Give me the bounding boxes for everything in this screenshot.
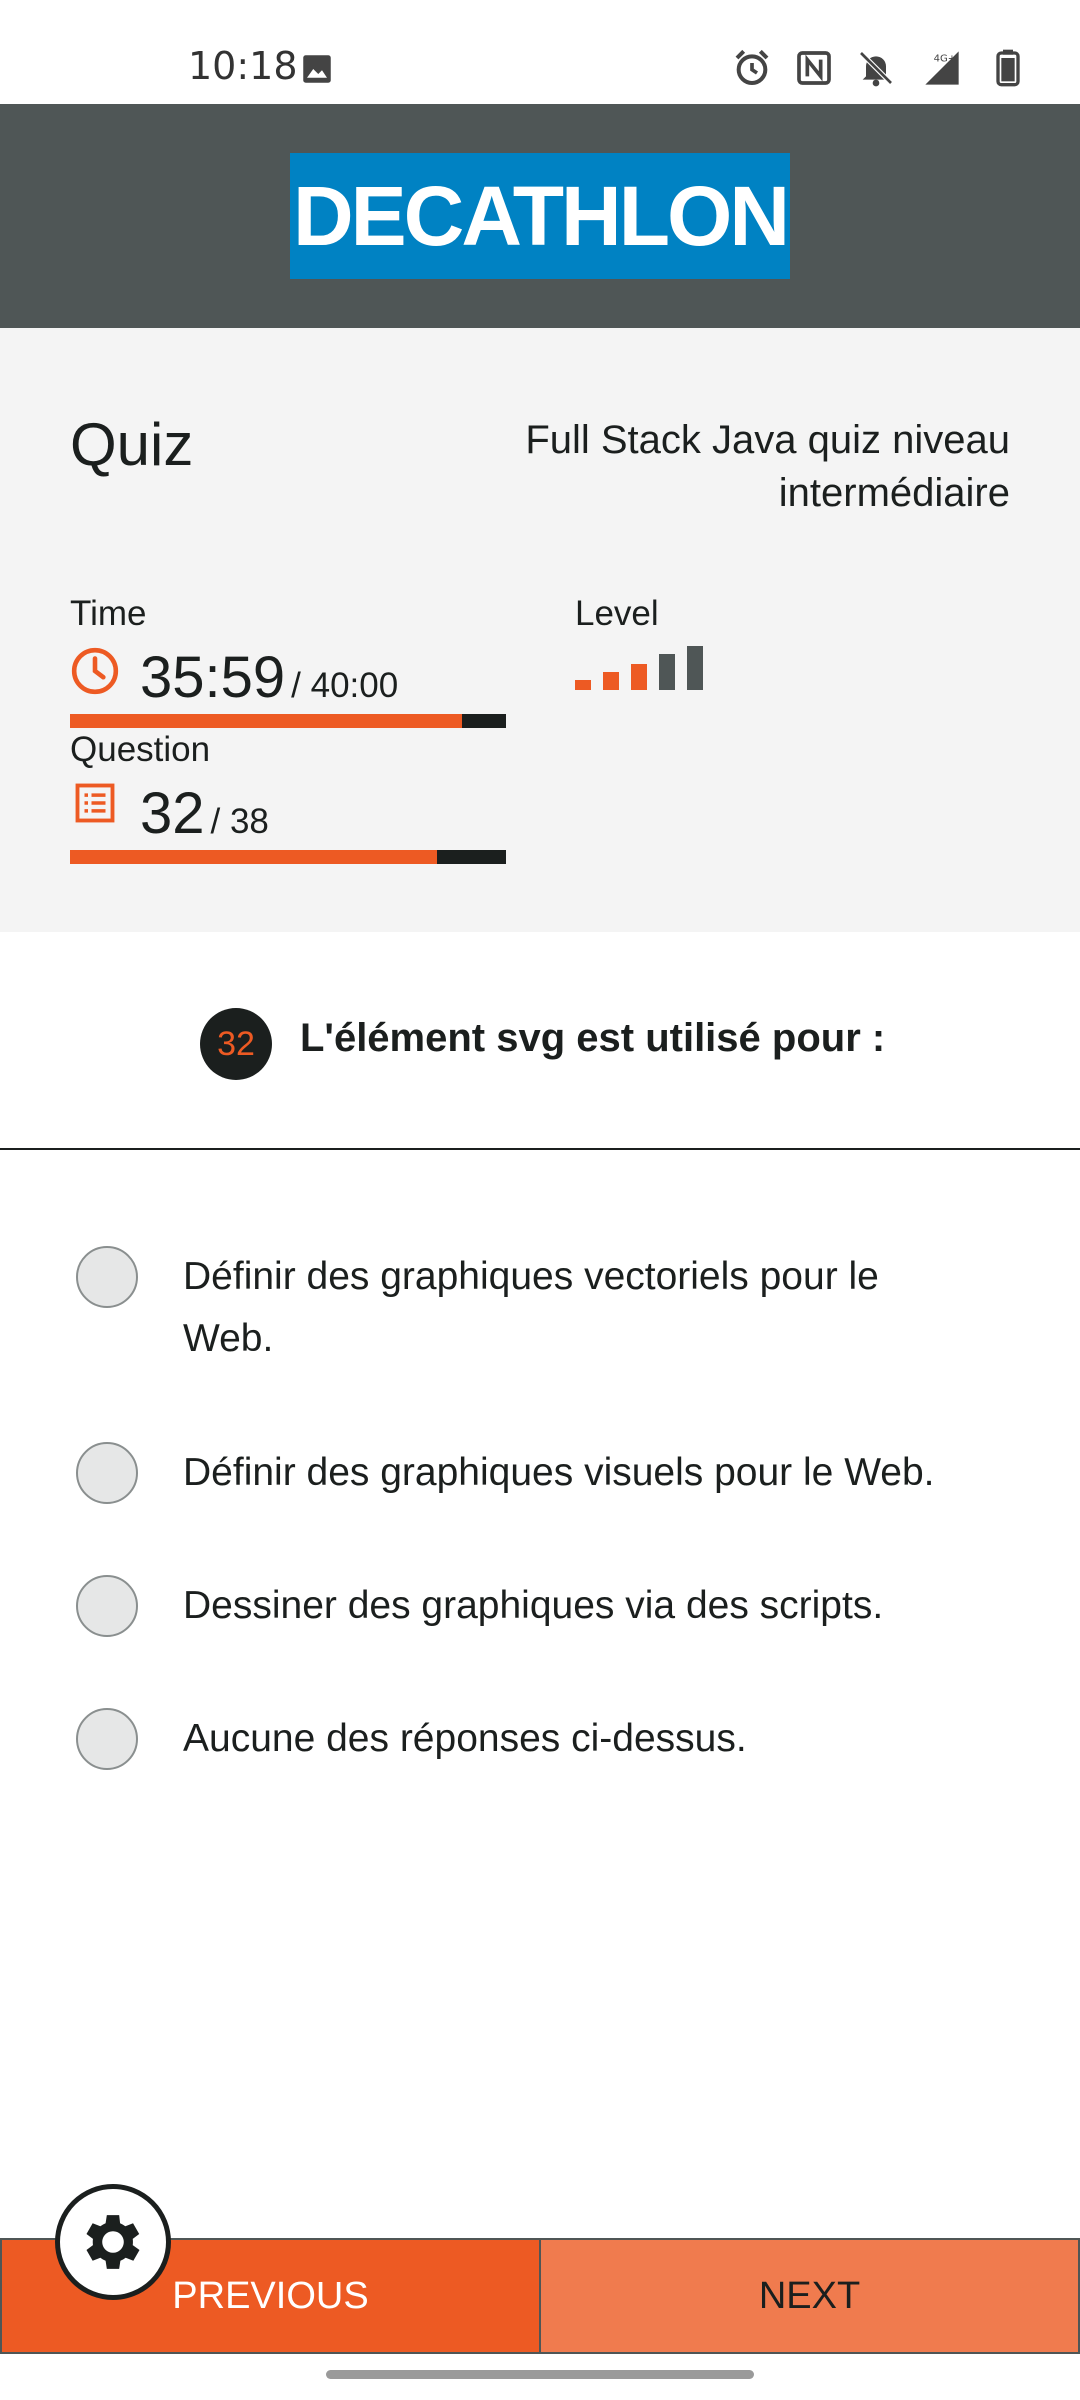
next-button[interactable]: NEXT: [539, 2238, 1080, 2354]
radio-button[interactable]: [76, 1246, 138, 1308]
radio-button[interactable]: [76, 1575, 138, 1637]
level-bar: [603, 672, 619, 690]
answer-text[interactable]: Dessiner des graphiques via des scripts.: [183, 1575, 1003, 1637]
question-header: 32 L'élément svg est utilisé pour :: [0, 932, 1080, 1150]
answer-text[interactable]: Définir des graphiques visuels pour le W…: [183, 1442, 1003, 1504]
battery-icon: [996, 49, 1020, 87]
list-icon: [75, 783, 115, 823]
question-total: / 38: [210, 802, 269, 841]
level-bar: [659, 654, 675, 690]
time-progress-bar: [70, 714, 506, 728]
time-total: / 40:00: [291, 666, 399, 705]
answer-text[interactable]: Définir des graphiques vectoriels pour l…: [183, 1246, 1003, 1370]
decathlon-logo: DECATHLON: [290, 153, 790, 279]
question-text: L'élément svg est utilisé pour :: [300, 1016, 886, 1060]
clock-icon: [71, 647, 119, 695]
quiz-name-line1: Full Stack Java quiz niveau: [525, 418, 1010, 462]
level-bar: [631, 664, 647, 690]
quiz-info-panel: Quiz Full Stack Java quiz niveau intermé…: [0, 328, 1080, 932]
app-header: DECATHLON: [0, 104, 1080, 328]
radio-button[interactable]: [76, 1708, 138, 1770]
question-progress-fill: [70, 850, 438, 864]
svg-text:4G+: 4G+: [934, 53, 957, 64]
question-value: 32/ 38: [140, 780, 269, 847]
level-indicator: [575, 644, 715, 690]
time-value: 35:59/ 40:00: [140, 644, 398, 711]
status-time: 10:18: [188, 44, 298, 88]
gear-icon: [86, 2215, 140, 2269]
level-bar: [575, 680, 591, 690]
settings-button[interactable]: [55, 2184, 171, 2300]
alarm-icon: [735, 49, 769, 85]
signal-icon: 4G+: [925, 51, 959, 85]
level-label: Level: [575, 594, 659, 633]
logo-text: DECATHLON: [292, 168, 790, 263]
question-current: 32: [140, 781, 205, 846]
quiz-name-line2: intermédiaire: [778, 471, 1010, 515]
question-label: Question: [70, 730, 211, 769]
nfc-icon: [797, 51, 831, 85]
status-bar: 10:18 4G+: [0, 0, 1080, 104]
quiz-title: Quiz: [70, 411, 194, 478]
status-icons: 4G+: [732, 46, 1028, 90]
quiz-name: Full Stack Java quiz niveau intermédiair…: [450, 414, 1010, 520]
time-current: 35:59: [140, 645, 286, 710]
question-progress-bar: [70, 850, 506, 864]
time-progress-fill: [70, 714, 463, 728]
image-icon: [303, 55, 331, 83]
answer-text[interactable]: Aucune des réponses ci-dessus.: [183, 1708, 1003, 1770]
bell-off-icon: [859, 51, 893, 87]
home-indicator[interactable]: [326, 2370, 754, 2379]
question-number-badge: 32: [200, 1008, 272, 1080]
time-label: Time: [70, 594, 147, 633]
radio-button[interactable]: [76, 1442, 138, 1504]
level-bar: [687, 646, 703, 690]
